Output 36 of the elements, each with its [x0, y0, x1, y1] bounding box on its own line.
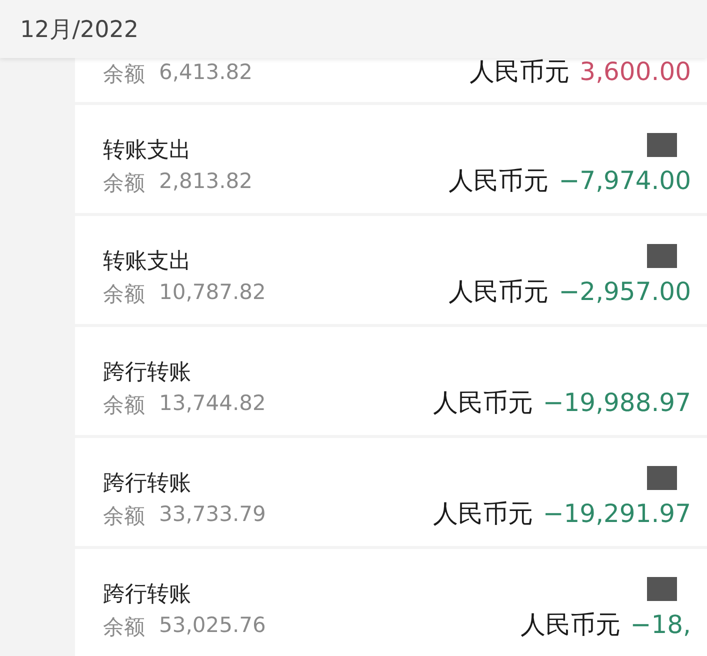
- transaction-row[interactable]: 转账支出 余额 2,813.82 人民币元 −7,974.00: [75, 105, 707, 213]
- transaction-row[interactable]: 跨行转账 余额 33,733.79 人民币元 −19,291.97: [75, 438, 707, 546]
- balance-value: 2,813.82: [159, 169, 253, 195]
- transaction-title: 转账支出: [103, 137, 192, 165]
- balance-label: 余额: [103, 61, 145, 88]
- amount: −19,988.97: [542, 388, 691, 417]
- balance-label: 余额: [103, 281, 145, 308]
- currency-label: 人民币元: [432, 498, 533, 530]
- amount: −2,957.00: [558, 277, 691, 306]
- balance-value: 13,744.82: [159, 391, 266, 417]
- transaction-row[interactable]: 跨行转账 余额 13,744.82 人民币元 −19,988.97: [75, 327, 707, 435]
- amount: −18,: [630, 610, 691, 639]
- balance-label: 余额: [103, 392, 145, 419]
- currency-label: 人民币元: [448, 165, 549, 197]
- balance-value: 10,787.82: [159, 280, 266, 306]
- transaction-title: 跨行转账: [103, 470, 192, 498]
- balance-value: 6,413.82: [159, 60, 253, 86]
- currency-label: 人民币元: [470, 56, 570, 88]
- balance-value: 53,025.76: [159, 613, 266, 639]
- amount: −7,974.00: [558, 166, 691, 195]
- currency-label: 人民币元: [432, 387, 533, 419]
- amount: −19,291.97: [542, 499, 691, 528]
- currency-label: 人民币元: [520, 609, 620, 641]
- currency-label: 人民币元: [448, 276, 549, 308]
- transaction-row[interactable]: 转账支出 余额 10,787.82 人民币元 −2,957.00: [75, 216, 707, 324]
- balance-label: 余额: [103, 170, 145, 197]
- transaction-title: 跨行转账: [103, 581, 192, 609]
- transaction-row[interactable]: 跨行转账 余额 53,025.76 人民币元 −18,: [75, 549, 707, 656]
- transaction-title: 跨行转账: [103, 359, 192, 387]
- amount: 3,600.00: [580, 57, 691, 86]
- balance-value: 33,733.79: [159, 502, 266, 528]
- month-label: 12月/2022: [20, 16, 139, 44]
- transaction-title: 转账支出: [103, 248, 192, 276]
- transaction-row[interactable]: 余额 6,413.82 人民币元 3,600.00: [75, 58, 707, 102]
- balance-label: 余额: [103, 614, 145, 641]
- balance-label: 余额: [103, 503, 145, 530]
